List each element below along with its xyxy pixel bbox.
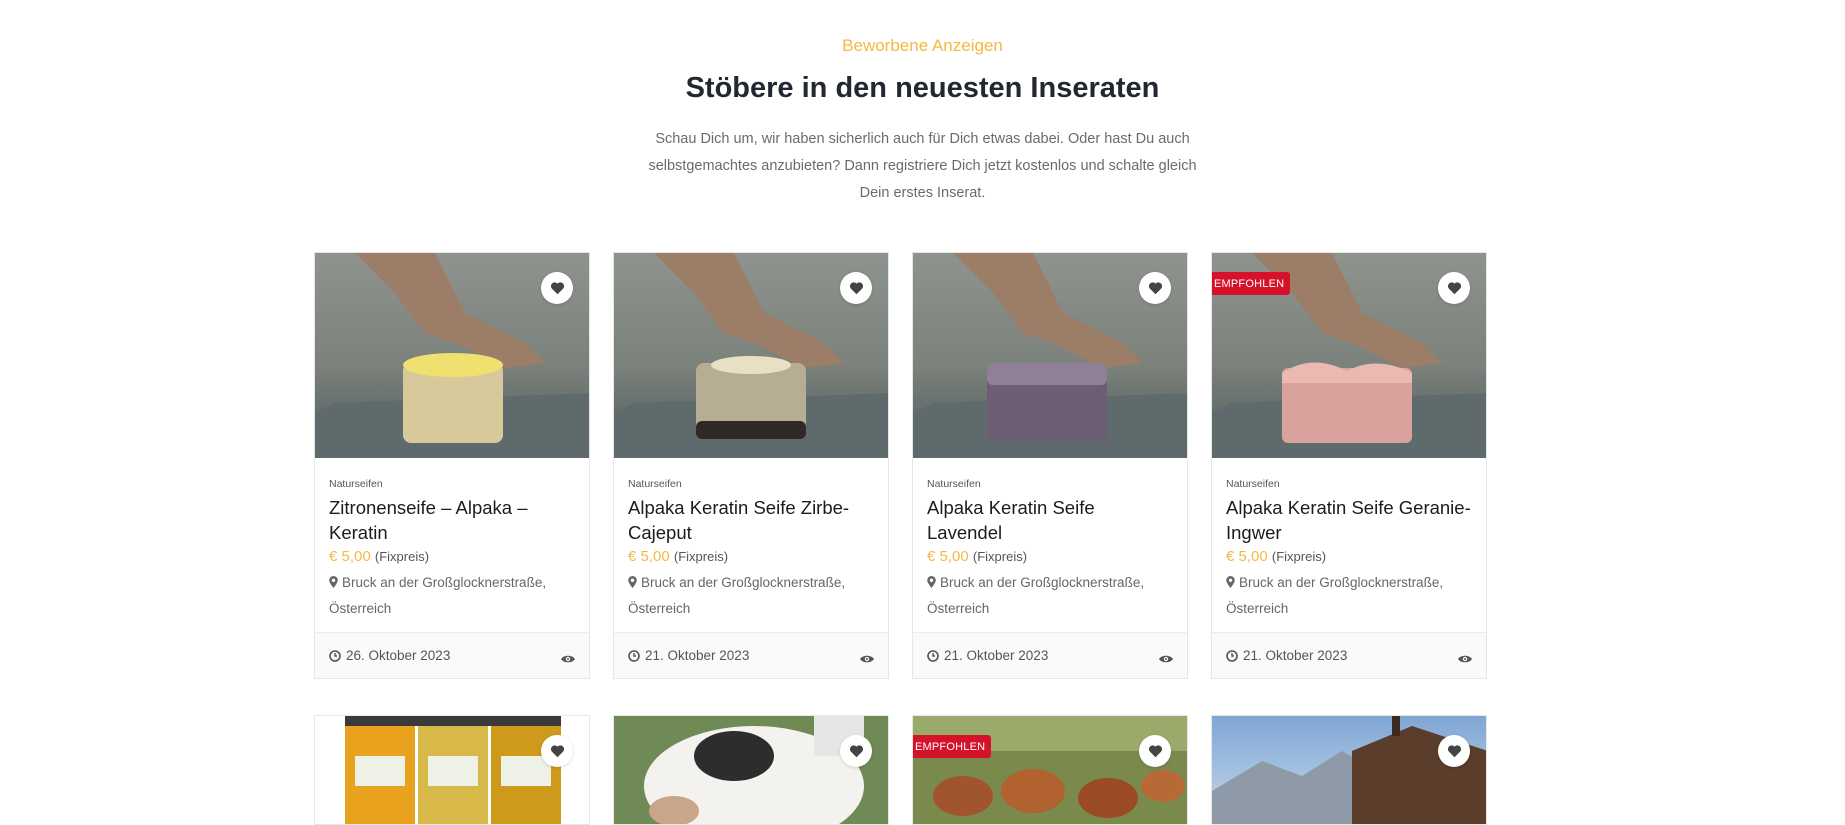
favorite-button[interactable] [541, 735, 573, 767]
listing-footer: 21. Oktober 2023 [913, 632, 1187, 678]
heart-icon [849, 282, 863, 295]
favorite-button[interactable] [840, 272, 872, 304]
listing-location: Bruck an der Großglocknerstraße, Österre… [329, 570, 575, 632]
listing-card[interactable] [1211, 715, 1487, 825]
date-text: 21. Oktober 2023 [1243, 648, 1348, 663]
listing-category[interactable]: Naturseifen [329, 478, 575, 490]
listing-card[interactable]: Naturseifen Alpaka Keratin Seife Zirbe-C… [613, 252, 889, 679]
listing-date: 21. Oktober 2023 [927, 648, 1048, 663]
heart-icon [1148, 745, 1162, 758]
listing-image[interactable] [913, 253, 1187, 458]
listing-card[interactable] [314, 715, 590, 825]
listing-title[interactable]: Alpaka Keratin Seife Lavendel [927, 495, 1173, 545]
listing-location: Bruck an der Großglocknerstraße, Österre… [1226, 570, 1472, 632]
clock-icon [628, 650, 640, 662]
heart-icon [849, 745, 863, 758]
favorite-button[interactable] [1438, 735, 1470, 767]
eye-icon[interactable] [1159, 654, 1173, 664]
location-text: Bruck an der Großglocknerstraße, Österre… [927, 575, 1145, 616]
listing-image[interactable] [1212, 716, 1486, 824]
listing-price: € 5,00 (Fixpreis) [329, 548, 575, 565]
listing-price: € 5,00 (Fixpreis) [1226, 548, 1472, 565]
listing-location: Bruck an der Großglocknerstraße, Österre… [628, 570, 874, 632]
listing-price: € 5,00 (Fixpreis) [927, 548, 1173, 565]
price-type: (Fixpreis) [673, 549, 729, 564]
favorite-button[interactable] [1139, 272, 1171, 304]
listing-image[interactable] [315, 253, 589, 458]
listing-title[interactable]: Alpaka Keratin Seife Zirbe-Cajeput [628, 495, 874, 545]
listing-image[interactable] [315, 716, 589, 824]
favorite-button[interactable] [1438, 272, 1470, 304]
listing-image[interactable]: EMPFOHLEN [1212, 253, 1486, 458]
map-pin-icon [927, 576, 936, 588]
listing-date: 26. Oktober 2023 [329, 648, 450, 663]
featured-badge: EMPFOHLEN [913, 735, 992, 758]
featured-badge: EMPFOHLEN [1212, 272, 1291, 295]
price-type: (Fixpreis) [374, 549, 430, 564]
listing-footer: 21. Oktober 2023 [1212, 632, 1486, 678]
price-amount: € 5,00 [329, 548, 371, 565]
favorite-button[interactable] [1139, 735, 1171, 767]
listing-category[interactable]: Naturseifen [628, 478, 874, 490]
price-type: (Fixpreis) [1271, 549, 1327, 564]
favorite-button[interactable] [541, 272, 573, 304]
listing-title[interactable]: Zitronenseife – Alpaka – Keratin [329, 495, 575, 545]
clock-icon [329, 650, 341, 662]
listing-card[interactable] [613, 715, 889, 825]
map-pin-icon [1226, 576, 1235, 588]
listing-footer: 21. Oktober 2023 [614, 632, 888, 678]
location-text: Bruck an der Großglocknerstraße, Österre… [329, 575, 547, 616]
section-title: Stöbere in den neuesten Inseraten [685, 72, 1160, 104]
listing-image[interactable] [614, 716, 888, 824]
listing-date: 21. Oktober 2023 [628, 648, 749, 663]
clock-icon [927, 650, 939, 662]
section-lead: Schau Dich um, wir haben sicherlich auch… [648, 131, 1197, 201]
listing-title[interactable]: Alpaka Keratin Seife Geranie-Ingwer [1226, 495, 1472, 545]
price-type: (Fixpreis) [972, 549, 1028, 564]
listing-price: € 5,00 (Fixpreis) [628, 548, 874, 565]
listing-category[interactable]: Naturseifen [927, 478, 1173, 490]
map-pin-icon [628, 576, 637, 588]
section-eyebrow: Beworbene Anzeigen [842, 36, 1003, 55]
clock-icon [1226, 650, 1238, 662]
listing-footer: 26. Oktober 2023 [315, 632, 589, 678]
date-text: 21. Oktober 2023 [645, 648, 750, 663]
eye-icon[interactable] [1458, 654, 1472, 664]
listing-card[interactable]: EMPFOHLEN [912, 715, 1188, 825]
location-text: Bruck an der Großglocknerstraße, Österre… [1226, 575, 1444, 616]
location-text: Bruck an der Großglocknerstraße, Österre… [628, 575, 846, 616]
listing-card[interactable]: EMPFOHLEN Naturseifen Alpaka Keratin Sei… [1211, 252, 1487, 679]
heart-icon [1447, 282, 1461, 295]
listing-image[interactable]: EMPFOHLEN [913, 716, 1187, 824]
date-text: 26. Oktober 2023 [346, 648, 451, 663]
favorite-button[interactable] [840, 735, 872, 767]
heart-icon [550, 745, 564, 758]
eye-icon[interactable] [561, 654, 575, 664]
listing-location: Bruck an der Großglocknerstraße, Österre… [927, 570, 1173, 632]
date-text: 21. Oktober 2023 [944, 648, 1049, 663]
price-amount: € 5,00 [1226, 548, 1268, 565]
heart-icon [550, 282, 564, 295]
listing-date: 21. Oktober 2023 [1226, 648, 1347, 663]
price-amount: € 5,00 [927, 548, 969, 565]
eye-icon[interactable] [860, 654, 874, 664]
listing-category[interactable]: Naturseifen [1226, 478, 1472, 490]
heart-icon [1447, 745, 1461, 758]
map-pin-icon [329, 576, 338, 588]
listing-image[interactable] [614, 253, 888, 458]
listing-card[interactable]: Naturseifen Zitronenseife – Alpaka – Ker… [314, 252, 590, 679]
listing-card[interactable]: Naturseifen Alpaka Keratin Seife Lavende… [912, 252, 1188, 679]
price-amount: € 5,00 [628, 548, 670, 565]
heart-icon [1148, 282, 1162, 295]
